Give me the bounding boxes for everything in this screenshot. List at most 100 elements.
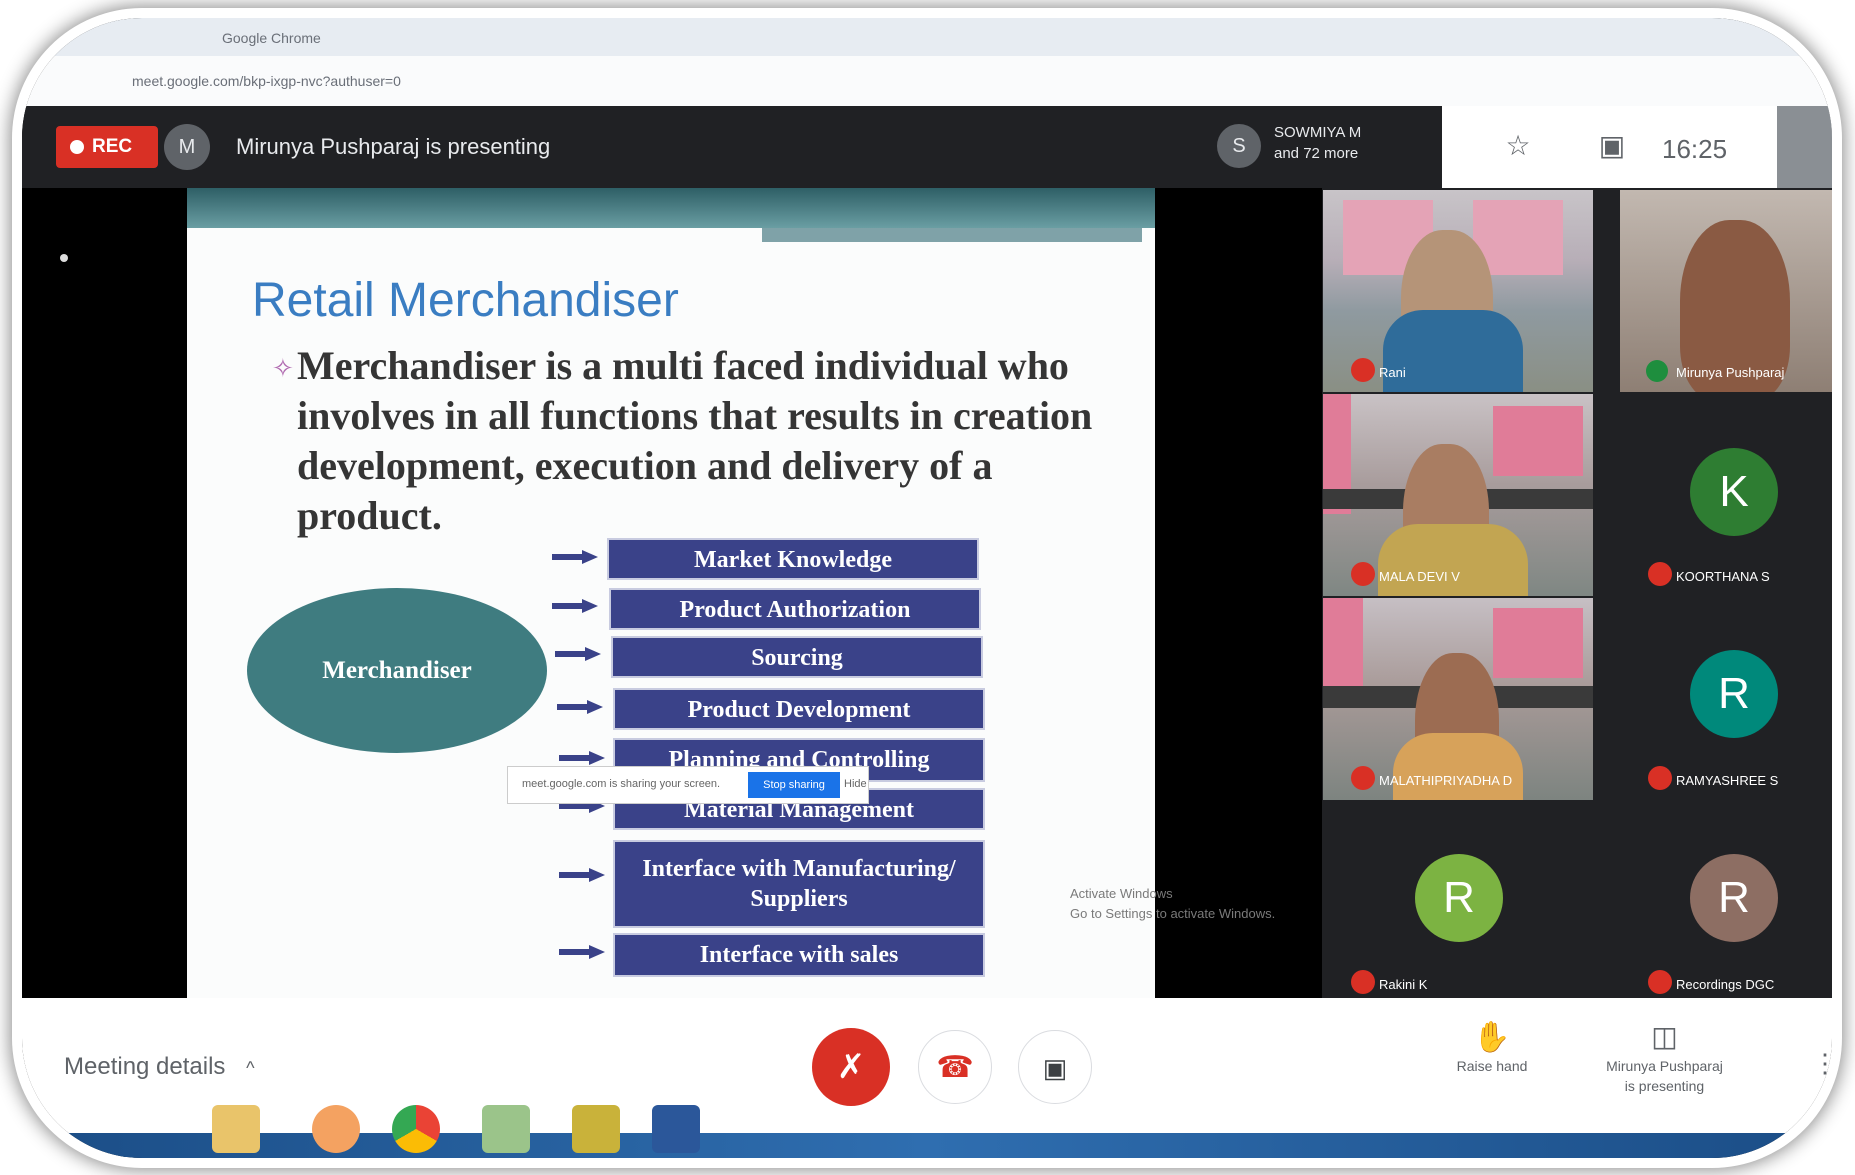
bullet-icon: ✧ [272,353,294,383]
cursor-dot [60,254,68,262]
people-icon[interactable]: ☆ [1498,126,1538,166]
arrow-icon [559,945,605,959]
browser-titlebar: Google Chrome [22,18,1832,56]
arrow-icon [555,647,601,661]
recording-badge: REC [56,126,158,168]
participant-tile[interactable]: R RAMYASHREE S [1620,598,1832,800]
participant-name: MALA DEVI V [1379,569,1460,584]
merchandiser-node: Merchandiser [247,588,547,753]
record-dot-icon [70,140,84,154]
participant-avatar: R [1690,854,1778,942]
participant-tile[interactable]: R Recordings DGC [1620,802,1832,1004]
presenting-label-line2: is presenting [1624,1078,1705,1094]
participant-tile[interactable]: Mirunya Pushparaj [1620,190,1832,392]
function-box: Sourcing [611,636,983,678]
presenter-avatar: M [164,124,210,170]
participant-name: Rani [1379,365,1406,380]
participant-avatar: K [1690,448,1778,536]
more-options-icon[interactable]: ⋮ [1812,1048,1832,1079]
muted-mic-icon [1351,766,1375,790]
arrow-icon [559,751,605,765]
participant-name: Rakini K [1379,977,1428,992]
slide-title: Retail Merchandiser [252,274,679,327]
participant-tile[interactable]: MALA DEVI V [1323,394,1593,596]
participants-summary-more: and 72 more [1274,145,1359,162]
chevron-up-icon: ^ [246,1058,255,1078]
participant-grid: Rani Mirunya Pushparaj MALA DEVI V K KOO… [1322,188,1832,998]
watermark-line2: Go to Settings to activate Windows. [1070,906,1276,921]
window-curtain [1493,406,1583,476]
function-box: Market Knowledge [607,538,979,580]
participant-name: Recordings DGC [1676,977,1775,992]
participants-summary[interactable]: SOWMIYA M and 72 more [1274,122,1361,164]
others-avatar: S [1217,124,1261,168]
participant-clothing [1393,733,1523,800]
function-box: Interface with sales [613,933,985,977]
url-text[interactable]: meet.google.com/bkp-ixgp-nvc?authuser=0 [132,73,401,89]
muted-mic-icon [1351,358,1375,382]
presenting-banner: Mirunya Pushparaj is presenting [236,134,551,159]
windows-taskbar [22,1105,1832,1158]
slide-header-accent [762,228,1142,242]
chat-icon[interactable]: ▣ [1592,126,1632,166]
media-player-icon[interactable] [312,1105,360,1153]
muted-mic-icon [1351,562,1375,586]
participant-name: Mirunya Pushparaj [1676,365,1785,380]
meet-top-tray: ☆ ▣ [1442,106,1832,188]
raise-hand-button[interactable]: ✋ Raise hand [1427,1018,1557,1074]
window-curtain [1493,608,1583,678]
arrow-icon [552,599,598,613]
address-bar[interactable]: meet.google.com/bkp-ixgp-nvc?authuser=0 [22,56,1832,107]
raise-hand-label: Raise hand [1456,1058,1528,1074]
muted-mic-icon [1648,970,1672,994]
mic-off-icon: ✗ [836,1048,866,1086]
arrow-icon [552,550,598,564]
participant-tile[interactable]: MALATHIPRIYADHA D [1323,598,1593,800]
sharing-popup-text: meet.google.com is sharing your screen. [522,778,721,790]
function-box: Interface with Manufacturing/ Suppliers [613,840,985,928]
app-icon[interactable] [482,1105,530,1153]
app-icon[interactable] [572,1105,620,1153]
muted-mic-icon [1648,562,1672,586]
participants-summary-name: SOWMIYA M [1274,124,1362,141]
mic-off-button[interactable]: ✗ [812,1028,890,1106]
arrow-icon [559,868,605,882]
arrow-icon [557,700,603,714]
meet-top-bar: REC M Mirunya Pushparaj is presenting S … [22,106,1442,188]
slide-bullet-text: Merchandiser is a multi faced individual… [297,343,1093,538]
muted-mic-icon [1351,970,1375,994]
participant-avatar: R [1690,650,1778,738]
participant-tile[interactable]: R Rakini K [1323,802,1593,1004]
function-box: Product Development [613,688,985,730]
participant-clothing [1378,524,1528,596]
function-box: Product Authorization [609,588,981,630]
presenting-button[interactable]: ◫ Mirunya Pushparaj is presenting [1577,1018,1752,1096]
hide-popup-button[interactable]: Hide [844,778,867,790]
windows-activation-watermark: Activate Windows Go to Settings to activ… [1070,884,1275,924]
meet-controls-bar: Meeting details ^ ✗ ☎ ▣ ✋ Raise hand ◫ M… [22,998,1832,1133]
meeting-details-button[interactable]: Meeting details ^ [64,1053,255,1081]
rec-label: REC [92,136,133,157]
clock: 16:25 [1662,134,1728,164]
muted-mic-icon [1648,766,1672,790]
meeting-details-label: Meeting details [64,1053,226,1080]
self-view-thumbnail [1777,106,1832,188]
present-screen-icon: ◫ [1651,1021,1678,1052]
stop-sharing-button[interactable]: Stop sharing [748,772,840,798]
file-explorer-icon[interactable] [212,1105,260,1153]
participant-tile[interactable]: Rani [1323,190,1593,392]
browser-title: Google Chrome [222,30,321,46]
chrome-icon[interactable] [392,1105,440,1153]
speaking-indicator-icon [1646,360,1668,382]
participant-tile[interactable]: K KOORTHANA S [1620,394,1832,596]
camera-button[interactable]: ▣ [1018,1030,1092,1104]
screenshot-frame: Google Chrome meet.google.com/bkp-ixgp-n… [22,18,1832,1158]
leave-call-button[interactable]: ☎ [918,1030,992,1104]
word-icon[interactable] [652,1105,700,1153]
participant-name: KOORTHANA S [1676,569,1770,584]
shared-slide: Retail Merchandiser ✧ Merchandiser is a … [187,188,1155,998]
phone-hangup-icon: ☎ [936,1051,974,1084]
participant-name: RAMYASHREE S [1676,773,1779,788]
participant-name: MALATHIPRIYADHA D [1379,773,1513,788]
slide-header-band [187,188,1155,228]
